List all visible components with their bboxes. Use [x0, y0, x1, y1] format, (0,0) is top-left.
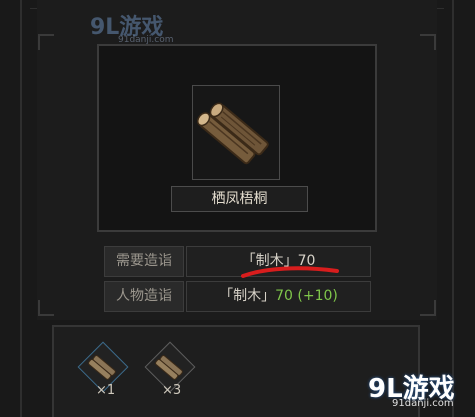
material-count: ×3 — [162, 383, 182, 398]
character-skill-value: 「制木」70 (+10) — [186, 281, 371, 312]
watermark-url-top: 91danji.com — [118, 35, 174, 45]
required-skill-label: 需要造诣 — [104, 246, 184, 277]
character-skill-label: 人物造诣 — [104, 281, 184, 312]
wood-material-icon — [155, 355, 183, 380]
wood-log-icon — [196, 102, 269, 165]
character-skill-bonus: 70 (+10) — [275, 288, 338, 304]
item-icon-frame[interactable] — [192, 85, 280, 180]
red-annotation-stroke — [241, 266, 339, 278]
corner-ornament — [38, 34, 54, 50]
item-name: 栖凤梧桐 — [171, 186, 308, 212]
wood-material-icon — [88, 355, 116, 380]
character-skill-text: 「制木」 — [219, 288, 276, 304]
frame-right-line — [452, 0, 454, 417]
material-count: ×1 — [96, 383, 116, 398]
watermark-url-bottom: 91danji.com — [392, 398, 454, 409]
corner-ornament — [420, 34, 436, 50]
corner-ornament — [38, 300, 54, 316]
corner-ornament — [420, 300, 436, 316]
frame-left-line — [20, 0, 22, 417]
